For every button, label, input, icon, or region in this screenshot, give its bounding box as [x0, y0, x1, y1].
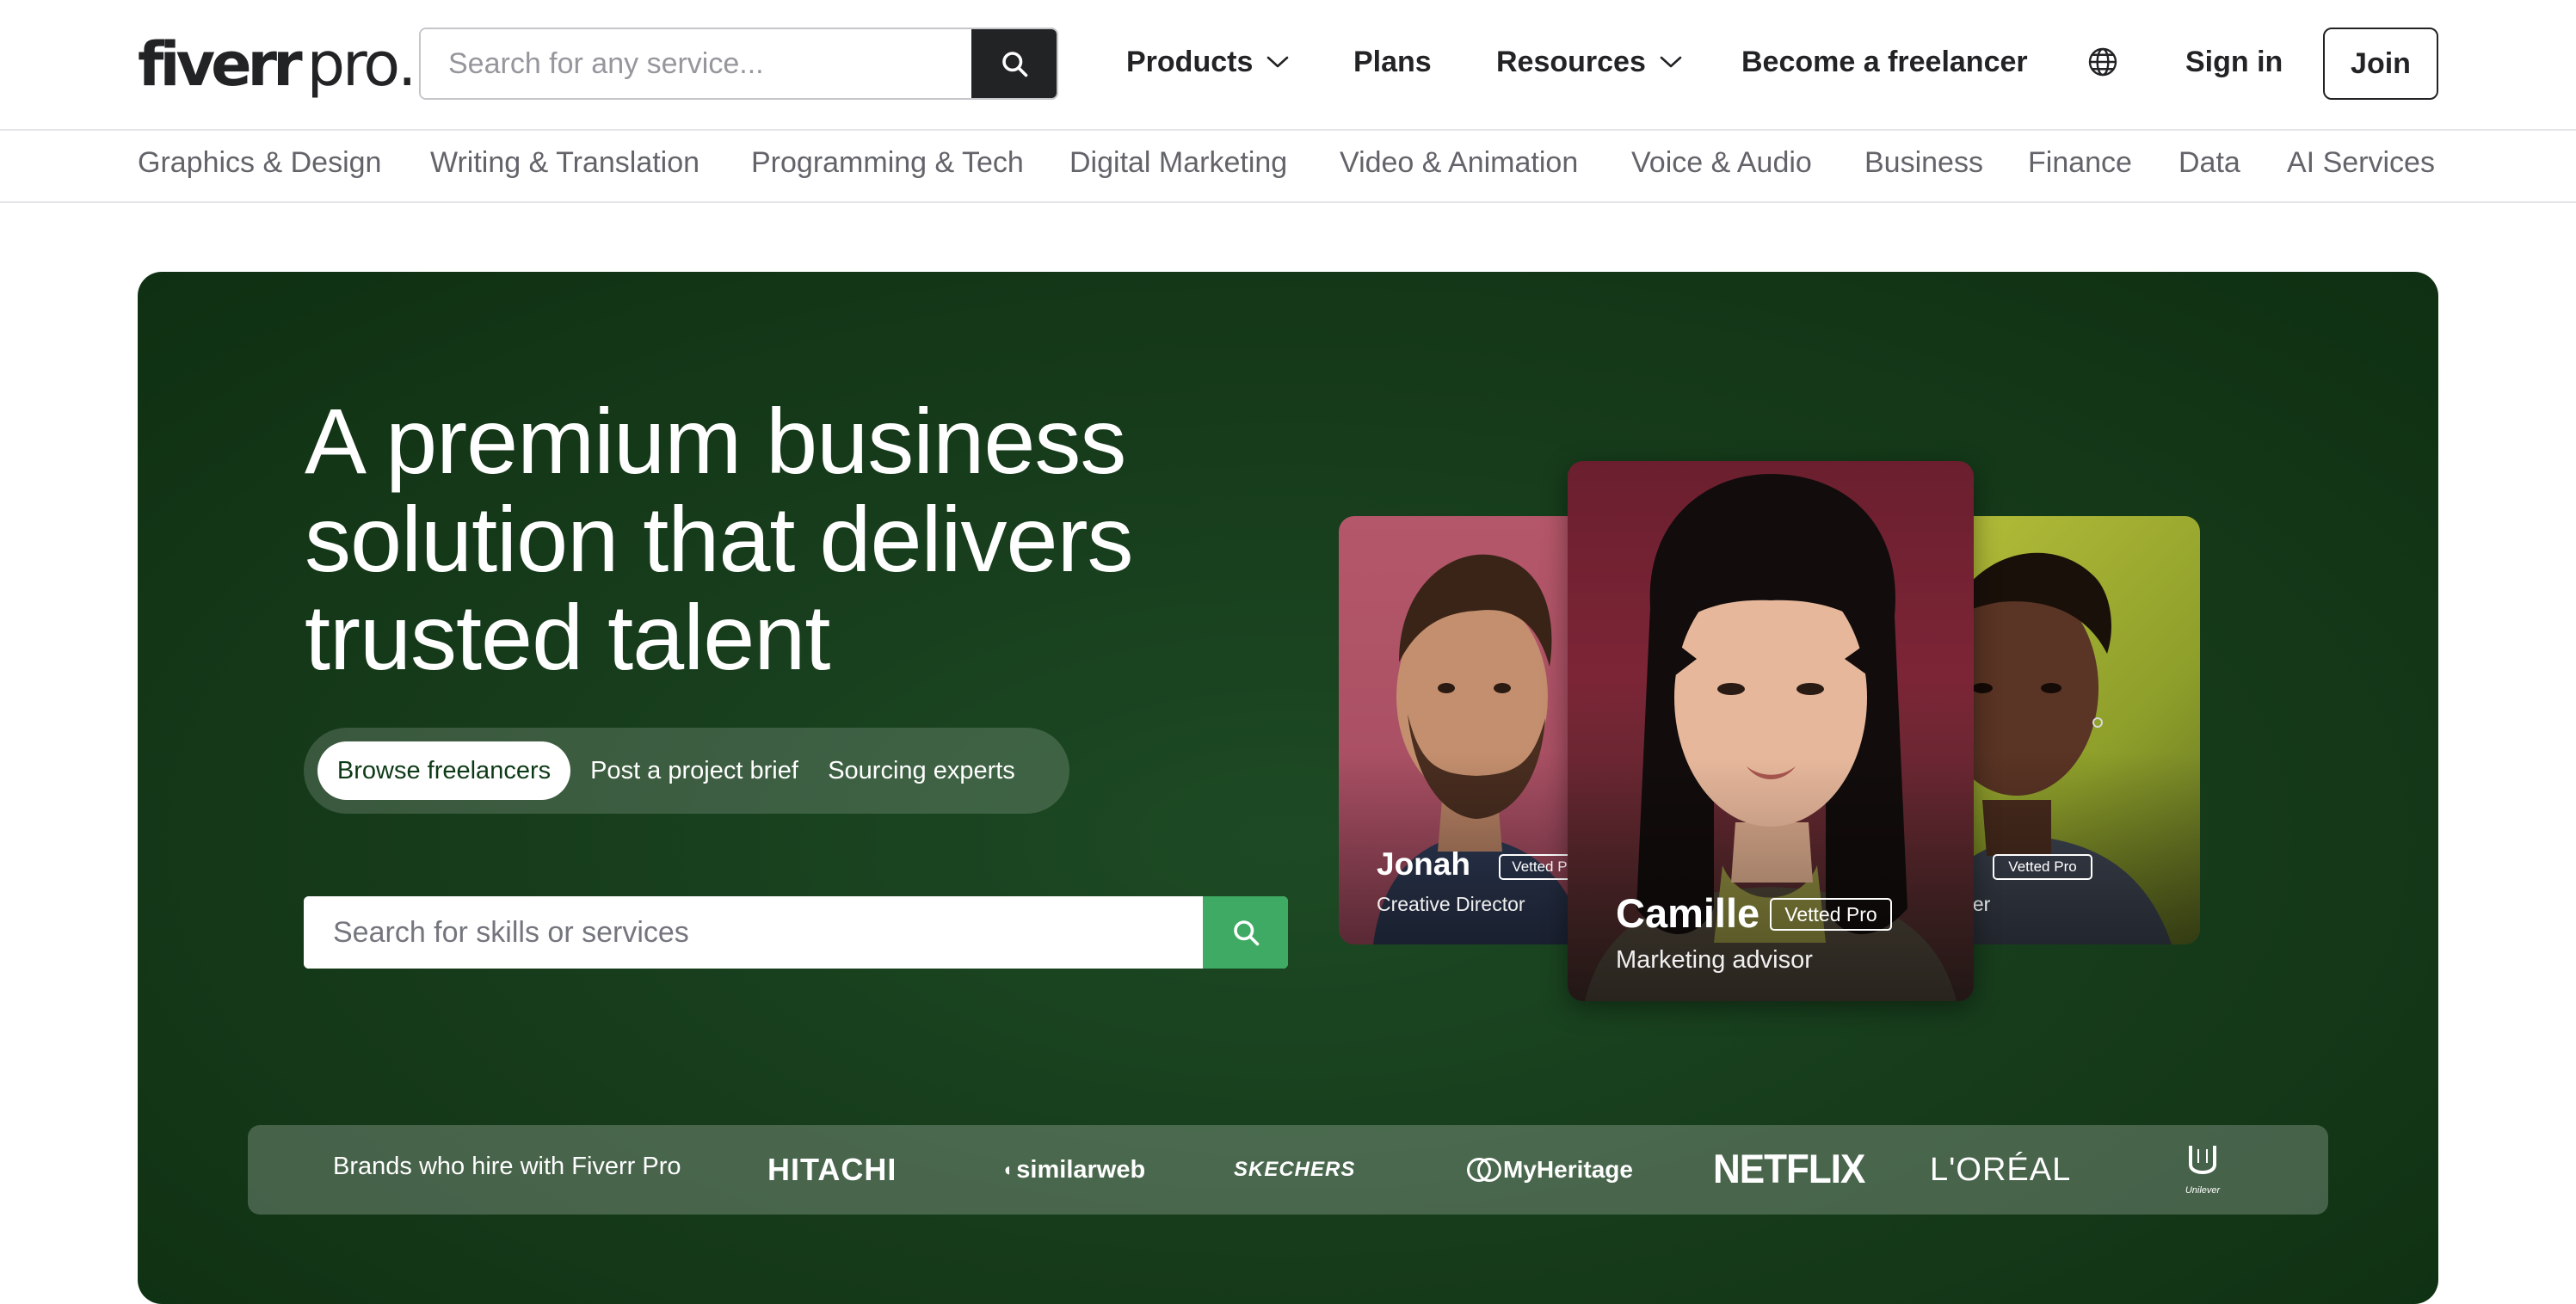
nav-plans[interactable]: Plans: [1353, 40, 1432, 84]
category-writing-translation[interactable]: Writing & Translation: [430, 146, 699, 180]
nav-products-label: Products: [1126, 45, 1254, 78]
logo-suffix: pro: [306, 29, 401, 100]
category-voice-audio[interactable]: Voice & Audio: [1631, 146, 1812, 180]
brand-unilever-text: Unilever: [2185, 1185, 2221, 1196]
nav-become-freelancer[interactable]: Become a freelancer: [1741, 40, 2028, 84]
vetted-pro-badge: Vetted Pro: [1993, 854, 2092, 880]
nav-become-freelancer-label: Become a freelancer: [1741, 45, 2028, 78]
brand-myheritage-logo: MyHeritage: [1467, 1144, 1633, 1196]
hero-title-line-2: solution that delivers: [305, 487, 1134, 591]
freelancer-role: Marketing advisor: [1616, 946, 1813, 974]
tab-browse-freelancers[interactable]: Browse freelancers: [317, 741, 570, 800]
brand-skechers-logo: SKECHERS: [1234, 1158, 1356, 1181]
category-business[interactable]: Business: [1864, 146, 1983, 180]
brands-label: Brands who hire with Fiverr Pro: [333, 1153, 681, 1180]
top-header: fiverr pro . Products Plans Resources Be…: [0, 0, 2576, 131]
freelancer-role: Creative Director: [1377, 893, 1525, 915]
logo-dot: .: [397, 29, 416, 100]
tab-post-project-brief[interactable]: Post a project brief: [581, 741, 808, 800]
nav-products[interactable]: Products: [1126, 40, 1289, 84]
freelancer-name: Camille: [1616, 890, 1760, 936]
header-search: [419, 28, 1058, 100]
category-nav: Graphics & Design Writing & Translation …: [0, 131, 2576, 203]
hero-search-input[interactable]: [304, 896, 1203, 969]
hero-search-button[interactable]: [1203, 896, 1288, 969]
category-ai-services[interactable]: AI Services: [2287, 146, 2435, 180]
fiverr-pro-logo[interactable]: fiverr pro .: [138, 29, 416, 100]
myheritage-mark-icon: [1467, 1156, 1501, 1184]
nav-resources-label: Resources: [1496, 45, 1646, 78]
hero-search: [304, 896, 1288, 969]
header-search-button[interactable]: [971, 29, 1057, 98]
nav-resources[interactable]: Resources: [1496, 40, 1682, 84]
category-graphics-design[interactable]: Graphics & Design: [138, 146, 381, 180]
hero-section: A premium business solution that deliver…: [138, 272, 2438, 1304]
nav-plans-label: Plans: [1353, 45, 1432, 78]
chevron-down-icon: [1266, 55, 1289, 69]
brand-hitachi-logo: HITACHI: [767, 1152, 897, 1187]
freelancer-name: Jonah: [1377, 846, 1470, 882]
search-icon: [1233, 920, 1259, 946]
category-finance[interactable]: Finance: [2028, 146, 2132, 180]
brand-myheritage-text: MyHeritage: [1503, 1156, 1633, 1183]
hero-tabs: Browse freelancers Post a project brief …: [304, 728, 1069, 814]
category-programming-tech[interactable]: Programming & Tech: [751, 146, 1024, 180]
category-digital-marketing[interactable]: Digital Marketing: [1069, 146, 1287, 180]
brands-bar: Brands who hire with Fiverr Pro HITACHI …: [248, 1125, 2328, 1215]
chevron-down-icon: [1660, 55, 1682, 69]
nav-sign-in-label: Sign in: [2185, 45, 2283, 78]
brand-netflix-logo: NETFLIX: [1713, 1147, 1865, 1192]
brand-similarweb-text: similarweb: [1016, 1155, 1146, 1184]
brand-similarweb-logo: ◖ similarweb: [1001, 1144, 1145, 1196]
tab-sourcing-experts[interactable]: Sourcing experts: [818, 741, 1025, 800]
brand-loreal-logo: L'ORÉAL: [1930, 1151, 2072, 1188]
search-icon: [1001, 52, 1027, 77]
header-search-input[interactable]: [421, 29, 971, 98]
hero-title-line-3: trusted talent: [305, 585, 830, 689]
similarweb-mark-icon: ◖: [1001, 1159, 1014, 1180]
freelancer-card-camille[interactable]: Camille Vetted Pro Marketing advisor: [1568, 461, 1974, 1001]
brand-unilever-logo: Unilever: [2179, 1139, 2227, 1199]
unilever-u-icon: [2189, 1146, 2216, 1174]
category-data[interactable]: Data: [2179, 146, 2240, 180]
logo-wordmark: fiverr: [138, 29, 303, 100]
nav-sign-in[interactable]: Sign in: [2185, 40, 2283, 84]
hero-title: A premium business solution that deliver…: [305, 392, 1251, 686]
vetted-pro-badge: Vetted Pro: [1770, 898, 1892, 931]
hero-title-line-1: A premium business: [305, 389, 1126, 493]
join-button[interactable]: Join: [2323, 28, 2438, 100]
globe-icon[interactable]: [2087, 46, 2118, 77]
category-video-animation[interactable]: Video & Animation: [1340, 146, 1578, 180]
